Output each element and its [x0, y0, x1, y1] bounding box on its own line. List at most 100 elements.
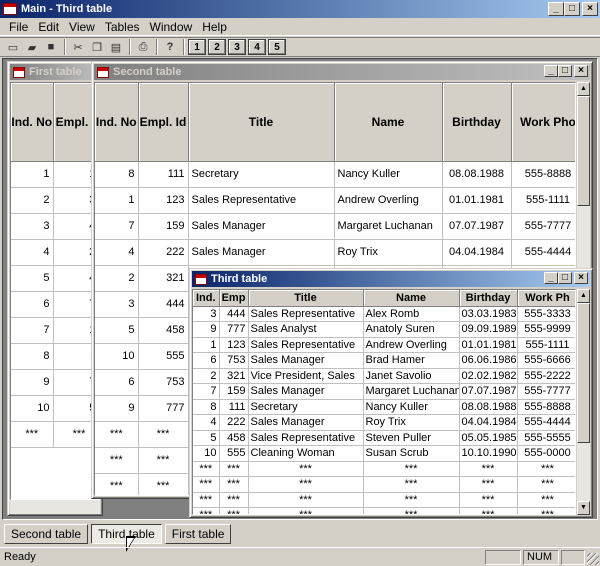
table-row[interactable]: 10 555 Cleaning Woman Susan Scrub 10.10.1990…: [193, 445, 575, 462]
minimize-button[interactable]: _: [548, 2, 564, 16]
second-table-title-bar[interactable]: Second table _ □ ×: [94, 64, 590, 80]
table-row[interactable]: 8 111 Secretary Nancy Kuller 08.08.1988 555-8…: [193, 399, 575, 415]
table-cell[interactable]: 7: [193, 383, 220, 400]
table-cell[interactable]: 04.04.1984: [442, 239, 512, 266]
table-cell[interactable]: Sales Manager: [248, 383, 364, 400]
table-cell[interactable]: 06.06.1986: [459, 352, 518, 369]
table-cell[interactable]: 555-3333: [517, 306, 575, 322]
table-row[interactable]: ******************: [193, 492, 575, 508]
table-row[interactable]: 3 444 Sales Representative Alex Romb 03.03.1…: [193, 306, 575, 322]
table-cell[interactable]: 2: [193, 368, 220, 384]
table-cell[interactable]: ***: [363, 507, 460, 514]
table-cell[interactable]: Sales Manager: [248, 352, 364, 369]
table-cell[interactable]: 159: [219, 383, 249, 400]
table-cell[interactable]: 777: [219, 321, 249, 338]
table-cell[interactable]: 444: [219, 306, 249, 322]
table-cell[interactable]: 05.05.1985: [459, 430, 518, 446]
table-cell[interactable]: 159: [138, 213, 189, 240]
copy-icon[interactable]: ❐: [88, 39, 106, 55]
table-cell[interactable]: 5: [95, 317, 139, 344]
table-row[interactable]: 715: [11, 317, 99, 344]
table-row[interactable]: 675: [11, 291, 99, 318]
table-cell[interactable]: 10: [193, 445, 220, 462]
table-cell[interactable]: 10.10.1990: [459, 445, 518, 462]
table-cell[interactable]: ***: [248, 476, 364, 493]
table-cell[interactable]: 555-4444: [517, 414, 575, 431]
table-cell[interactable]: 555-6666: [517, 352, 575, 369]
minimize-button[interactable]: _: [544, 272, 558, 284]
table-cell[interactable]: 555-1111: [511, 187, 575, 214]
table-cell[interactable]: 1: [11, 161, 54, 188]
table-cell[interactable]: 9: [11, 369, 54, 396]
table-cell[interactable]: 7: [11, 317, 54, 344]
table-cell[interactable]: 2: [11, 187, 54, 214]
first-table-horizontal-scrollbar[interactable]: [10, 500, 100, 514]
column-header[interactable]: Name: [334, 83, 443, 162]
table-row[interactable]: 5 458 Sales Representative Steven Puller 05.…: [193, 430, 575, 446]
table-cell[interactable]: Vice President, Sales: [248, 368, 364, 384]
table-cell[interactable]: Andrew Overling: [363, 337, 460, 353]
table-cell[interactable]: 5: [193, 430, 220, 446]
table-cell[interactable]: 555-7777: [517, 383, 575, 400]
table-cell[interactable]: 4: [95, 239, 139, 266]
table-cell[interactable]: 01.01.1981: [459, 337, 518, 353]
third-table-window[interactable]: Third table _ □ × Ind. Emp Title Name Birthd…: [189, 268, 593, 518]
table-cell[interactable]: ***: [219, 461, 249, 477]
table-cell[interactable]: ***: [193, 507, 220, 514]
table-cell[interactable]: ***: [459, 492, 518, 508]
cut-icon[interactable]: ✂: [69, 39, 87, 55]
table-cell[interactable]: ***: [193, 461, 220, 477]
table-cell[interactable]: 1: [193, 337, 220, 353]
table-row[interactable]: 1 123 Sales Representative Andrew Overling 0…: [95, 187, 575, 214]
table-cell[interactable]: 04.04.1984: [459, 414, 518, 431]
table-cell[interactable]: Nancy Kuller: [334, 161, 443, 188]
table-cell[interactable]: 111: [138, 161, 189, 188]
table-cell[interactable]: Roy Trix: [334, 239, 443, 266]
first-table-title-bar[interactable]: First table: [10, 64, 100, 80]
table-cell[interactable]: 6: [95, 369, 139, 396]
table-cell[interactable]: ***: [517, 461, 575, 477]
table-cell[interactable]: Sales Manager: [188, 213, 335, 240]
column-header[interactable]: Name: [363, 290, 460, 307]
table-cell[interactable]: 555-0000: [517, 445, 575, 462]
table-cell[interactable]: ***: [219, 492, 249, 508]
table-cell[interactable]: 08.08.1988: [442, 161, 512, 188]
table-cell[interactable]: 9: [193, 321, 220, 338]
table-cell[interactable]: 123: [138, 187, 189, 214]
table-cell[interactable]: Steven Puller: [363, 430, 460, 446]
table-row[interactable]: 1055: [11, 395, 99, 422]
table-cell[interactable]: 10: [11, 395, 54, 422]
table-cell[interactable]: 6: [11, 291, 54, 318]
column-header[interactable]: Birthday: [442, 83, 512, 162]
table-cell[interactable]: 222: [138, 239, 189, 266]
table-row[interactable]: *** ***: [11, 421, 99, 448]
scroll-up-icon[interactable]: ▲: [577, 289, 590, 303]
table-row[interactable]: 811: [11, 343, 99, 370]
table-cell[interactable]: ***: [363, 461, 460, 477]
tab-first-table[interactable]: First table: [164, 524, 232, 544]
resize-grip-icon[interactable]: [587, 553, 599, 565]
table-cell[interactable]: ***: [363, 476, 460, 493]
table-cell[interactable]: 07.07.1987: [442, 213, 512, 240]
table-cell[interactable]: 753: [219, 352, 249, 369]
table-cell[interactable]: ***: [193, 492, 220, 508]
window-5-button[interactable]: 5: [268, 39, 286, 55]
table-cell[interactable]: ***: [95, 473, 139, 495]
table-cell[interactable]: ***: [459, 507, 518, 514]
table-cell[interactable]: 222: [219, 414, 249, 431]
paste-icon[interactable]: ▤: [107, 39, 125, 55]
table-row[interactable]: 9 777 Sales Analyst Anatoly Suren 09.09.1989…: [193, 321, 575, 338]
table-row[interactable]: ******************: [193, 476, 575, 493]
table-cell[interactable]: 09.09.1989: [459, 321, 518, 338]
column-header[interactable]: Ind. No: [11, 83, 54, 162]
print-icon[interactable]: ⎙: [134, 39, 152, 55]
window-3-button[interactable]: 3: [228, 39, 246, 55]
table-cell[interactable]: ***: [138, 447, 189, 474]
first-table-window[interactable]: First table Ind. NoEmpl. Id 112232344422…: [7, 61, 103, 516]
table-row[interactable]: ******************: [193, 461, 575, 477]
table-cell[interactable]: Sales Representative: [188, 187, 335, 214]
table-cell[interactable]: Anatoly Suren: [363, 321, 460, 338]
table-cell[interactable]: 8: [95, 161, 139, 188]
table-row[interactable]: 6 753 Sales Manager Brad Hamer 06.06.1986 555…: [193, 352, 575, 369]
table-cell[interactable]: ***: [95, 447, 139, 474]
